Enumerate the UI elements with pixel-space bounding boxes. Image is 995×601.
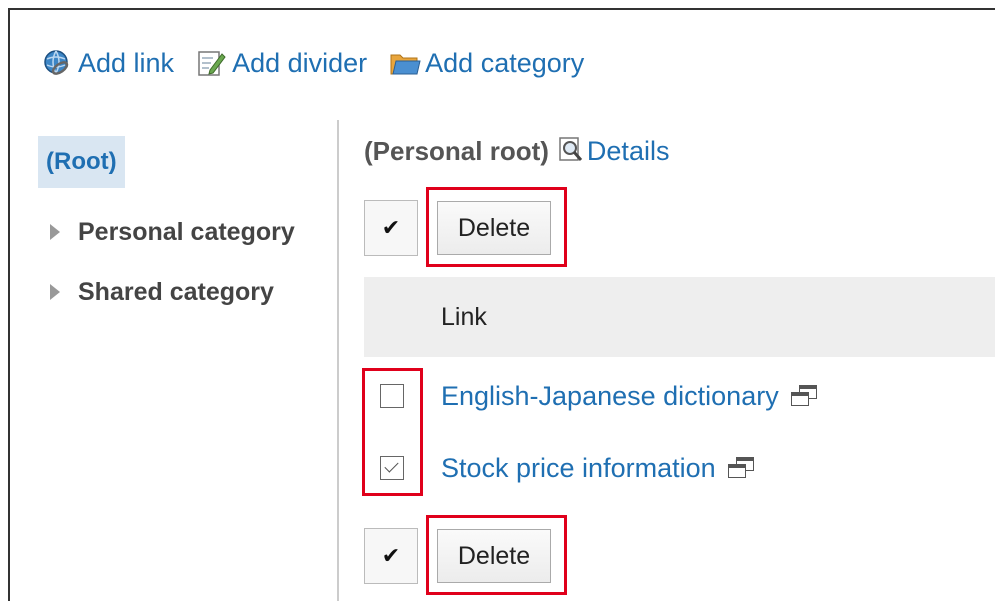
select-all-button[interactable]: ✔	[364, 528, 418, 584]
details-link[interactable]: Details	[557, 135, 670, 167]
details-label: Details	[586, 135, 670, 166]
tree-item-shared-category[interactable]: Shared category	[38, 262, 338, 322]
add-category-label[interactable]: Add category	[425, 48, 584, 79]
pane-divider	[337, 120, 339, 601]
globe-link-icon	[42, 48, 72, 78]
bottom-action-row: ✔ Delete	[364, 528, 551, 584]
row-checkbox[interactable]	[380, 456, 404, 480]
link-english-japanese-dictionary[interactable]: English-Japanese dictionary	[441, 381, 779, 412]
row-checkbox[interactable]	[380, 384, 404, 408]
expand-triangle-icon[interactable]	[50, 224, 60, 240]
tree-item-label: Personal category	[78, 217, 295, 246]
add-divider-button[interactable]: Add divider	[196, 48, 367, 79]
tree-root-item[interactable]: (Root)	[38, 136, 125, 188]
delete-button-top[interactable]: Delete	[437, 201, 551, 255]
main-pane: (Personal root) Details	[364, 124, 995, 178]
toolbar: Add link Add divider Add category	[42, 44, 606, 82]
category-tree: (Root) Personal category Shared category	[38, 136, 338, 322]
expand-triangle-icon[interactable]	[50, 284, 60, 300]
add-link-label[interactable]: Add link	[78, 48, 174, 79]
add-link-button[interactable]: Add link	[42, 48, 174, 79]
top-action-row: ✔ Delete	[364, 200, 551, 256]
link-stock-price-information[interactable]: Stock price information	[441, 453, 716, 484]
folder-icon	[389, 48, 421, 78]
delete-button-bottom[interactable]: Delete	[437, 529, 551, 583]
tree-item-label: Shared category	[78, 277, 274, 306]
tree-item-personal-category[interactable]: Personal category	[38, 202, 338, 262]
open-new-window-icon[interactable]	[726, 457, 756, 479]
folder-title: (Personal root) Details	[364, 124, 995, 178]
select-all-button[interactable]: ✔	[364, 200, 418, 256]
add-category-button[interactable]: Add category	[389, 48, 584, 79]
column-header-link: Link	[441, 302, 487, 331]
add-divider-label[interactable]: Add divider	[232, 48, 367, 79]
table-row: Stock price information	[364, 433, 756, 503]
table-row: English-Japanese dictionary	[364, 361, 819, 431]
edit-pencil-icon	[196, 48, 226, 78]
table-header: Link	[364, 277, 995, 357]
magnifier-icon	[557, 136, 587, 166]
open-new-window-icon[interactable]	[789, 385, 819, 407]
folder-name: (Personal root)	[364, 135, 549, 166]
